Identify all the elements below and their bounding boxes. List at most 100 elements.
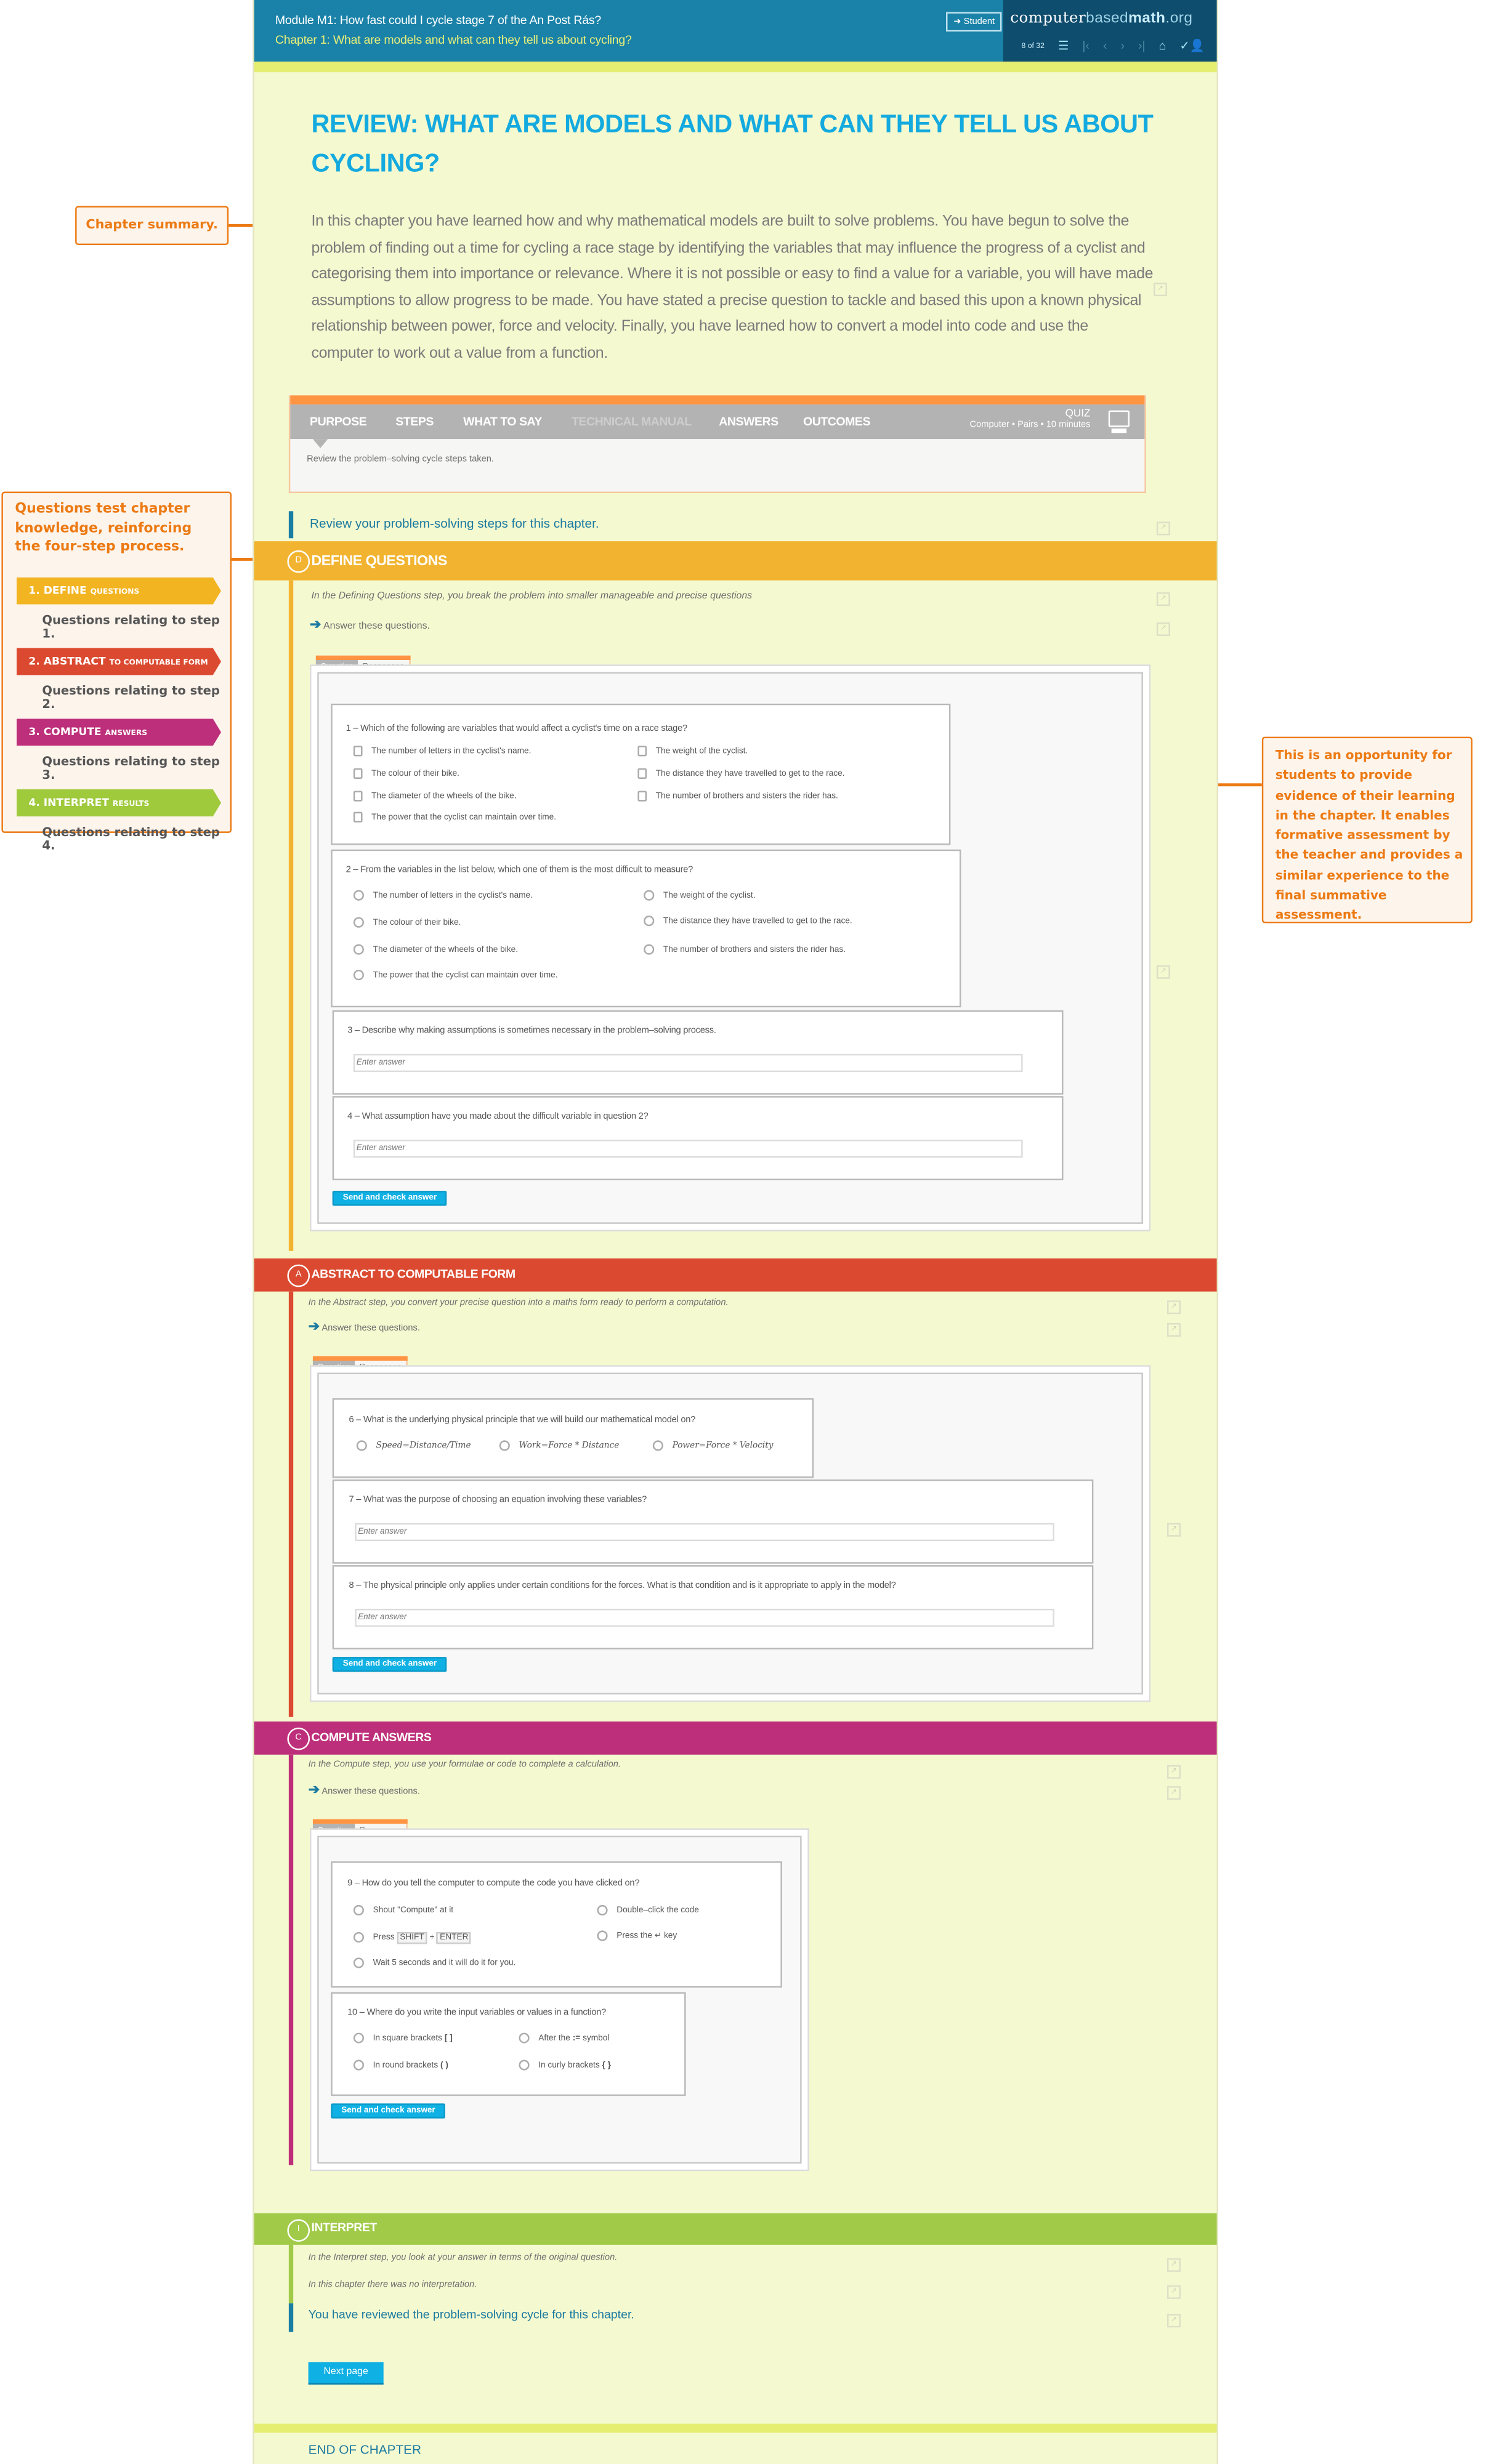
popout-icon[interactable]: ↗	[1166, 1523, 1181, 1537]
radio[interactable]	[519, 2032, 530, 2043]
checkbox[interactable]	[637, 791, 647, 802]
radio[interactable]	[519, 2059, 530, 2071]
page-nav: 8 of 32 ☰ |‹ ‹ › ›| ⌂ ✓👤	[1022, 39, 1205, 52]
checkbox[interactable]	[637, 746, 647, 757]
radio[interactable]	[652, 1440, 663, 1451]
checkbox[interactable]	[353, 768, 363, 779]
student-button[interactable]: ➜ Student	[946, 12, 1003, 32]
popout-icon[interactable]: ↗	[1166, 1300, 1181, 1315]
key-enter: ENTER	[437, 1931, 472, 1944]
step-chip-abstract: 2. ABSTRACT TO COMPUTABLE FORM	[16, 648, 221, 675]
radio[interactable]	[644, 890, 655, 901]
home-icon[interactable]: ⌂	[1159, 39, 1166, 52]
answer-input-7[interactable]	[355, 1523, 1054, 1542]
popout-icon[interactable]: ↗	[1156, 622, 1170, 636]
brand-logo[interactable]: computerbasedmath.org	[1010, 10, 1192, 27]
first-page-icon[interactable]: |‹	[1082, 39, 1090, 52]
option[interactable]: The diameter of the wheels of the bike.	[353, 944, 518, 955]
tab-outcomes[interactable]: OUTCOMES	[803, 415, 870, 429]
radio[interactable]	[353, 2059, 364, 2071]
option[interactable]: Press SHIFT + ENTER	[353, 1931, 472, 1944]
option[interactable]: The number of brothers and sisters the r…	[637, 791, 838, 802]
radio[interactable]	[353, 1931, 364, 1943]
option[interactable]: The diameter of the wheels of the bike.	[353, 791, 517, 802]
option[interactable]: Speed=Distance/Time	[356, 1440, 471, 1451]
radio[interactable]	[644, 944, 655, 955]
question-text: 4 – What assumption have you made about …	[347, 1113, 649, 1122]
prev-page-icon[interactable]: ‹	[1103, 39, 1107, 52]
radio[interactable]	[499, 1440, 510, 1451]
tab-technical-manual: TECHNICAL MANUAL	[571, 414, 692, 429]
popout-icon[interactable]: ↗	[1166, 1786, 1181, 1800]
radio[interactable]	[597, 1905, 608, 1916]
radio[interactable]	[644, 916, 655, 927]
option[interactable]: The power that the cyclist can maintain …	[353, 811, 556, 823]
question-text: 1 – Which of the following are variables…	[346, 725, 688, 734]
step-line-define	[288, 580, 294, 1251]
option[interactable]: The distance they have travelled to get …	[637, 768, 844, 779]
popout-icon[interactable]: ↗	[1154, 283, 1167, 297]
radio[interactable]	[353, 1957, 364, 1968]
chapter-title[interactable]: Chapter 1: What are models and what can …	[275, 33, 632, 47]
radio[interactable]	[353, 1905, 364, 1916]
option[interactable]: In curly brackets { }	[519, 2059, 611, 2071]
answer-input-4[interactable]	[353, 1140, 1023, 1158]
popout-icon[interactable]: ↗	[1156, 592, 1170, 606]
list-icon[interactable]: ☰	[1058, 39, 1069, 52]
option[interactable]: The colour of their bike.	[353, 768, 459, 779]
popout-icon[interactable]: ↗	[1166, 1323, 1181, 1337]
option[interactable]: The power that the cyclist can maintain …	[353, 970, 558, 981]
user-icon[interactable]: ✓👤	[1179, 39, 1205, 52]
tab-what-to-say[interactable]: WHAT TO SAY	[463, 415, 542, 429]
teacher-tabs: PURPOSE STEPS WHAT TO SAY TECHNICAL MANU…	[290, 404, 1145, 440]
radio[interactable]	[353, 944, 364, 955]
checkbox[interactable]	[353, 791, 363, 802]
answer-input-8[interactable]	[355, 1608, 1054, 1627]
answer-input-3[interactable]	[353, 1053, 1023, 1073]
tab-purpose[interactable]: PURPOSE	[310, 415, 367, 429]
option[interactable]: The number of letters in the cyclist's n…	[353, 746, 531, 757]
last-page-icon[interactable]: ›|	[1138, 39, 1146, 52]
radio[interactable]	[353, 2032, 364, 2043]
send-check-button[interactable]: Send and check answer	[331, 2103, 446, 2119]
option[interactable]: The distance they have travelled to get …	[644, 916, 852, 927]
tab-steps[interactable]: STEPS	[395, 415, 434, 429]
option[interactable]: The weight of the cyclist.	[637, 746, 748, 757]
radio[interactable]	[353, 917, 364, 928]
next-page-icon[interactable]: ›	[1120, 39, 1125, 52]
popout-icon[interactable]: ↗	[1156, 521, 1170, 536]
option[interactable]: The number of brothers and sisters the r…	[644, 944, 846, 955]
popout-icon[interactable]: ↗	[1166, 1765, 1181, 1779]
question-card-6: 6 – What is the underlying physical prin…	[332, 1398, 814, 1478]
option[interactable]: Double–click the code	[597, 1905, 699, 1916]
option[interactable]: The weight of the cyclist.	[644, 890, 755, 901]
popout-icon[interactable]: ↗	[1166, 2314, 1181, 2328]
send-check-button[interactable]: Send and check answer	[332, 1191, 448, 1206]
radio[interactable]	[597, 1930, 608, 1941]
option[interactable]: In round brackets ( )	[353, 2059, 448, 2071]
option[interactable]: Press the ↵ key	[597, 1930, 677, 1941]
popout-icon[interactable]: ↗	[1156, 965, 1170, 979]
option[interactable]: In square brackets [ ]	[353, 2032, 453, 2043]
radio[interactable]	[353, 970, 364, 981]
option[interactable]: The number of letters in the cyclist's n…	[353, 890, 533, 901]
checkbox[interactable]	[353, 811, 363, 823]
tab-answers[interactable]: ANSWERS	[719, 415, 778, 429]
next-page-button[interactable]: Next page	[308, 2362, 384, 2385]
checkbox[interactable]	[353, 746, 363, 757]
option[interactable]: Wait 5 seconds and it will do it for you…	[353, 1957, 515, 1968]
question-card-1: 1 – Which of the following are variables…	[331, 703, 951, 845]
option[interactable]: Shout "Compute" at it	[353, 1905, 453, 1916]
checkbox[interactable]	[637, 768, 647, 779]
popout-icon[interactable]: ↗	[1166, 2258, 1181, 2272]
option[interactable]: Work=Force * Distance	[499, 1440, 619, 1451]
option[interactable]: Power=Force * Velocity	[652, 1440, 773, 1451]
option[interactable]: After the := symbol	[519, 2032, 609, 2043]
radio[interactable]	[356, 1440, 367, 1451]
radio[interactable]	[353, 890, 364, 901]
popout-icon[interactable]: ↗	[1166, 2285, 1181, 2299]
step-title: DEFINE QUESTIONS	[311, 553, 447, 570]
end-strip	[254, 2423, 1217, 2433]
option[interactable]: The colour of their bike.	[353, 917, 461, 928]
send-check-button[interactable]: Send and check answer	[332, 1657, 448, 1672]
